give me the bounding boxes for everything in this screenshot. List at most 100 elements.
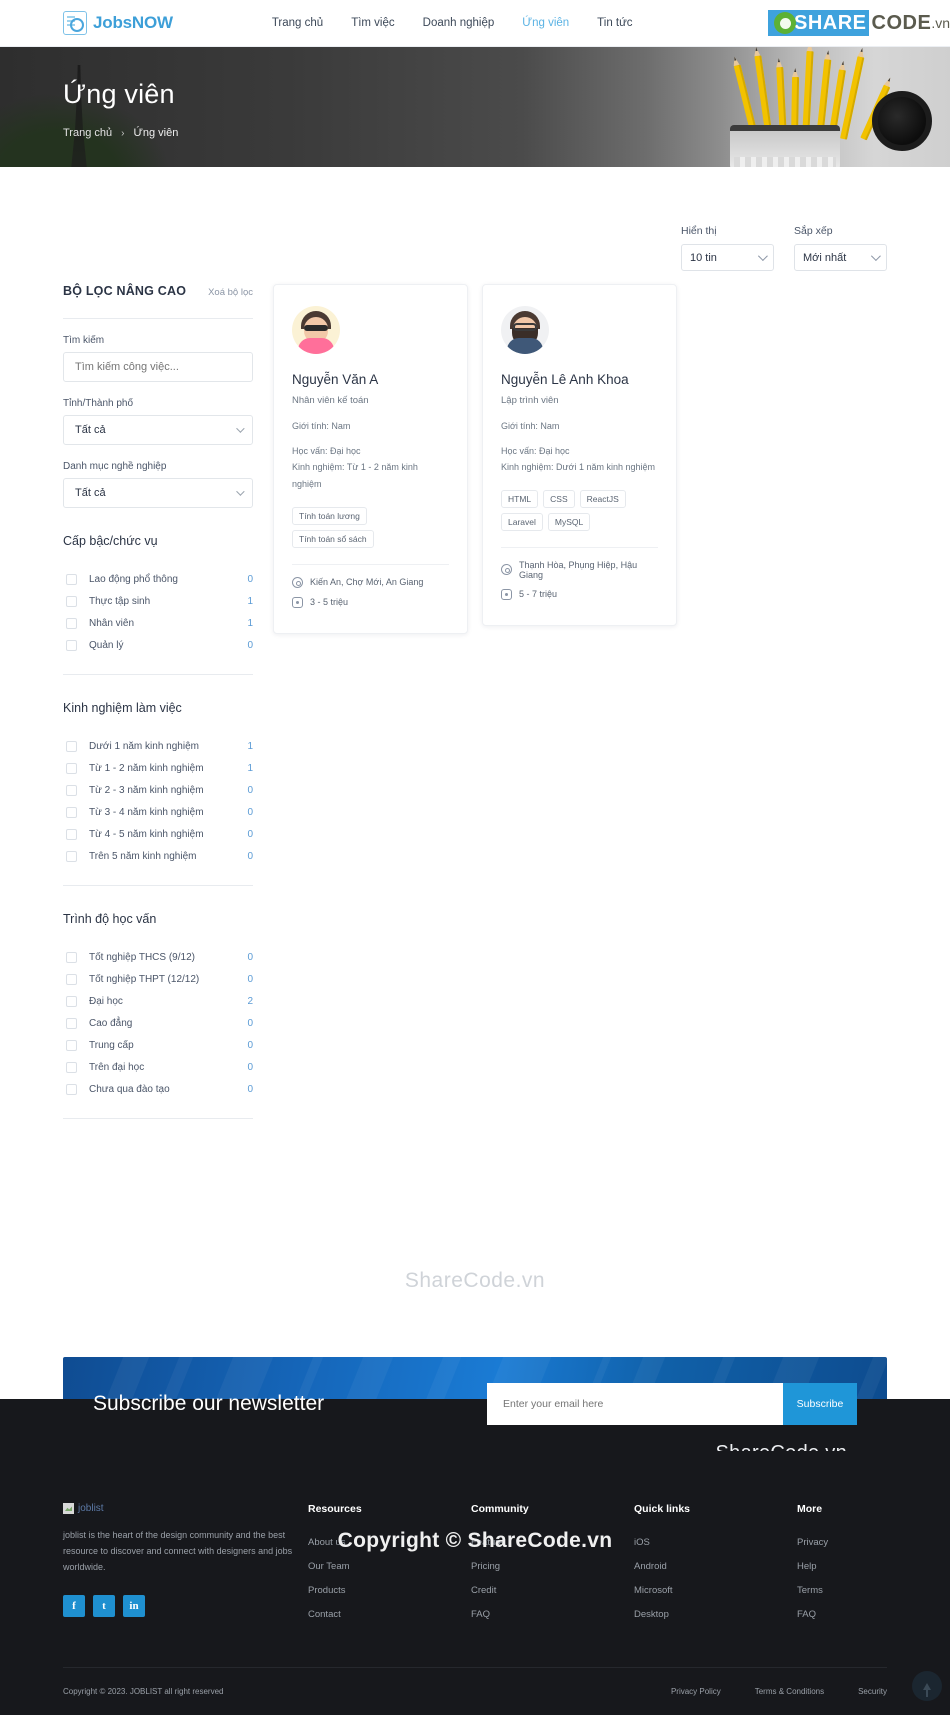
- sharecode-badge: SHARE: [768, 10, 869, 36]
- skill-tag[interactable]: MySQL: [547, 512, 591, 531]
- province-select[interactable]: Tất cả: [63, 415, 253, 445]
- checkbox-icon[interactable]: [66, 573, 77, 585]
- checkbox-icon[interactable]: [66, 1083, 77, 1095]
- skill-tag[interactable]: HTML: [501, 489, 539, 508]
- filter-option-count: 0: [247, 806, 253, 818]
- footer-link[interactable]: Android: [634, 1561, 797, 1572]
- filter-option[interactable]: Từ 2 - 3 năm kinh nghiệm 0: [63, 779, 253, 801]
- footer-link[interactable]: FAQ: [471, 1609, 634, 1620]
- nav-item-tin-tuc[interactable]: Tin tức: [597, 17, 632, 29]
- footer-link[interactable]: Our Team: [308, 1561, 471, 1572]
- terms-conditions-link[interactable]: Terms & Conditions: [755, 1687, 824, 1696]
- footer-link[interactable]: Products: [308, 1585, 471, 1596]
- skill-tag[interactable]: Tính toán lương: [292, 506, 367, 525]
- skill-tag[interactable]: ReactJS: [579, 489, 626, 508]
- sort-select[interactable]: Mới nhất: [794, 244, 887, 271]
- footer-link[interactable]: Credit: [471, 1585, 634, 1596]
- filter-group-position: Cấp bậc/chức vụ Lao động phổ thông 0 Thự…: [63, 534, 253, 675]
- skill-tag[interactable]: Laravel: [501, 512, 543, 531]
- privacy-policy-link[interactable]: Privacy Policy: [671, 1687, 721, 1696]
- checkbox-icon[interactable]: [66, 595, 77, 607]
- filter-option[interactable]: Tốt nghiệp THCS (9/12) 0: [63, 946, 253, 968]
- checkbox-icon[interactable]: [66, 784, 77, 796]
- scroll-to-top-button[interactable]: [912, 1671, 942, 1701]
- checkbox-icon[interactable]: [66, 740, 77, 752]
- breadcrumb-home[interactable]: Trang chủ: [63, 127, 112, 139]
- salary-icon: [292, 596, 303, 608]
- filter-option[interactable]: Trung cấp 0: [63, 1034, 253, 1056]
- site-logo[interactable]: JobsNOW: [63, 11, 173, 35]
- checkbox-icon[interactable]: [66, 762, 77, 774]
- nav-item-ung-vien[interactable]: Ứng viên: [522, 17, 569, 29]
- footer-brand: joblist joblist is the heart of the desi…: [63, 1503, 308, 1633]
- filter-group-title: Kinh nghiệm làm việc: [63, 701, 182, 715]
- subscribe-button[interactable]: Subscribe: [783, 1383, 857, 1425]
- nav-item-trang-chu[interactable]: Trang chủ: [272, 17, 323, 29]
- facebook-icon[interactable]: f: [63, 1595, 85, 1618]
- category-select[interactable]: Tất cả: [63, 478, 253, 508]
- divider: [501, 546, 658, 548]
- filter-option[interactable]: Từ 3 - 4 năm kinh nghiệm 0: [63, 801, 253, 823]
- filter-option[interactable]: Tốt nghiệp THPT (12/12) 0: [63, 968, 253, 990]
- candidate-card[interactable]: Nguyễn Lê Anh Khoa Lập trình viên Giới t…: [482, 284, 677, 626]
- footer-link[interactable]: Desktop: [634, 1609, 797, 1620]
- candidate-gender: Giới tính: Nam: [501, 421, 560, 431]
- nav-item-tim-viec[interactable]: Tìm việc: [351, 17, 394, 29]
- filter-option[interactable]: Thực tập sinh 1: [63, 590, 253, 612]
- checkbox-icon[interactable]: [66, 1039, 77, 1051]
- footer-link[interactable]: Pricing: [471, 1561, 634, 1572]
- linkedin-icon[interactable]: in: [123, 1595, 145, 1618]
- checkbox-icon[interactable]: [66, 973, 77, 985]
- filter-option-count: 0: [247, 1083, 253, 1095]
- filter-option[interactable]: Cao đẳng 0: [63, 1012, 253, 1034]
- footer-link[interactable]: FAQ: [797, 1609, 950, 1620]
- filter-option[interactable]: Lao động phổ thông 0: [63, 568, 253, 590]
- filter-option[interactable]: Trên đại học 0: [63, 1056, 253, 1078]
- search-input[interactable]: [63, 352, 253, 382]
- candidate-education: Học vấn: Đại học: [501, 445, 570, 456]
- skill-tag[interactable]: Tính toán sổ sách: [292, 529, 374, 548]
- candidate-gender: Giới tính: Nam: [292, 421, 351, 431]
- filter-option[interactable]: Đại học 2: [63, 990, 253, 1012]
- footer-link[interactable]: Help: [797, 1561, 950, 1572]
- filter-option[interactable]: Từ 1 - 2 năm kinh nghiệm 1: [63, 757, 253, 779]
- arrow-up-icon: [923, 1682, 931, 1697]
- filter-option[interactable]: Quản lý 0: [63, 634, 253, 656]
- show-count-select[interactable]: 10 tin: [681, 244, 774, 271]
- chevron-down-icon: [236, 487, 245, 496]
- filter-option[interactable]: Chưa qua đào tạo 0: [63, 1078, 253, 1100]
- footer-column-more: More Privacy Help Terms FAQ: [797, 1503, 950, 1633]
- newsletter-email-input[interactable]: [487, 1384, 783, 1424]
- nav-item-doanh-nghiep[interactable]: Doanh nghiệp: [423, 17, 495, 29]
- clear-filters-button[interactable]: Xoá bộ lọc: [208, 287, 253, 298]
- category-field-group: Danh mục nghề nghiệp Tất cả: [63, 461, 253, 508]
- filter-option[interactable]: Từ 4 - 5 năm kinh nghiệm 0: [63, 823, 253, 845]
- footer-link[interactable]: Contact: [308, 1609, 471, 1620]
- checkbox-icon[interactable]: [66, 1061, 77, 1073]
- skill-tag[interactable]: CSS: [543, 489, 575, 508]
- checkbox-icon[interactable]: [66, 951, 77, 963]
- divider: [63, 885, 253, 886]
- footer-logo-alt: joblist: [78, 1503, 104, 1514]
- divider: [63, 318, 253, 319]
- filter-group-experience: Kinh nghiệm làm việc Dưới 1 năm kinh ngh…: [63, 701, 253, 886]
- filter-option[interactable]: Nhân viên 1: [63, 612, 253, 634]
- footer-link[interactable]: Terms: [797, 1585, 950, 1596]
- checkbox-icon[interactable]: [66, 995, 77, 1007]
- checkbox-icon[interactable]: [66, 828, 77, 840]
- checkbox-icon[interactable]: [66, 850, 77, 862]
- footer-column-title: Resources: [308, 1503, 362, 1515]
- checkbox-icon[interactable]: [66, 806, 77, 818]
- filter-option-label: Trung cấp: [89, 1039, 134, 1051]
- footer-link[interactable]: Microsoft: [634, 1585, 797, 1596]
- twitter-icon[interactable]: t: [93, 1595, 115, 1618]
- checkbox-icon[interactable]: [66, 639, 77, 651]
- page-root: JobsNOW Trang chủ Tìm việc Doanh nghiệp …: [0, 0, 950, 1715]
- checkbox-icon[interactable]: [66, 617, 77, 629]
- security-link[interactable]: Security: [858, 1687, 887, 1696]
- filter-option[interactable]: Dưới 1 năm kinh nghiệm 1: [63, 735, 253, 757]
- checkbox-icon[interactable]: [66, 1017, 77, 1029]
- candidate-card[interactable]: Nguyễn Văn A Nhân viên kế toán Giới tính…: [273, 284, 468, 634]
- filter-option[interactable]: Trên 5 năm kinh nghiệm 0: [63, 845, 253, 867]
- filter-option-label: Từ 2 - 3 năm kinh nghiệm: [89, 784, 204, 796]
